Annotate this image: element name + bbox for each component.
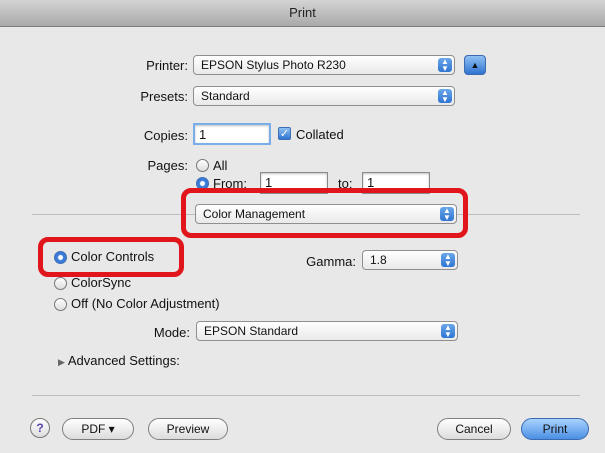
copies-input[interactable]: 1 [193, 123, 271, 145]
color-controls-label: Color Controls [71, 249, 155, 264]
collated-label: Collated [296, 127, 344, 142]
disclosure-triangle-icon: ▶ [58, 357, 65, 367]
triangle-up-icon: ▲ [470, 60, 480, 70]
printer-popup[interactable]: EPSON Stylus Photo R230 ▲ ▼ [193, 55, 455, 75]
presets-popup[interactable]: Standard ▲ ▼ [193, 86, 455, 106]
disclosure-up-button[interactable]: ▲ [464, 55, 486, 75]
advanced-settings-label: Advanced Settings: [67, 353, 180, 368]
popup-arrows-icon: ▲ ▼ [441, 253, 455, 268]
checkmark-icon: ✓ [279, 128, 290, 140]
presets-value: Standard [201, 89, 250, 103]
highlight-panel-popup [181, 188, 468, 238]
mode-value: EPSON Standard [204, 324, 299, 338]
colorsync-radio[interactable] [54, 277, 67, 290]
printer-label: Printer: [146, 58, 188, 73]
print-button[interactable]: Print [521, 418, 589, 440]
footer-separator [32, 395, 580, 396]
colorsync-label: ColorSync [71, 275, 131, 290]
color-controls-radio[interactable] [54, 251, 67, 264]
advanced-settings-toggle[interactable]: ▶ Advanced Settings: [58, 353, 180, 368]
presets-label: Presets: [140, 89, 188, 104]
popup-arrows-icon: ▲ ▼ [438, 58, 452, 73]
pdf-button[interactable]: PDF ▾ [62, 418, 134, 440]
gamma-label: Gamma: [306, 254, 356, 269]
off-no-color-label: Off (No Color Adjustment) [71, 296, 220, 311]
off-no-color-radio[interactable] [54, 298, 67, 311]
cancel-button[interactable]: Cancel [437, 418, 511, 440]
popup-arrows-icon: ▲ ▼ [438, 89, 452, 104]
gamma-value: 1.8 [370, 253, 387, 267]
mode-label: Mode: [153, 325, 190, 340]
preview-button[interactable]: Preview [148, 418, 228, 440]
copies-label: Copies: [143, 128, 188, 143]
pages-all-label: All [213, 158, 228, 173]
gamma-popup[interactable]: 1.8 ▲ ▼ [362, 250, 458, 270]
printer-value: EPSON Stylus Photo R230 [201, 58, 346, 72]
pages-all-radio[interactable] [196, 159, 209, 172]
pages-label: Pages: [147, 158, 188, 173]
mode-popup[interactable]: EPSON Standard ▲ ▼ [196, 321, 458, 341]
collated-checkbox[interactable]: ✓ [278, 127, 291, 140]
window-title: Print [0, 0, 605, 27]
popup-arrows-icon: ▲ ▼ [441, 324, 455, 339]
help-button[interactable]: ? [30, 418, 50, 438]
